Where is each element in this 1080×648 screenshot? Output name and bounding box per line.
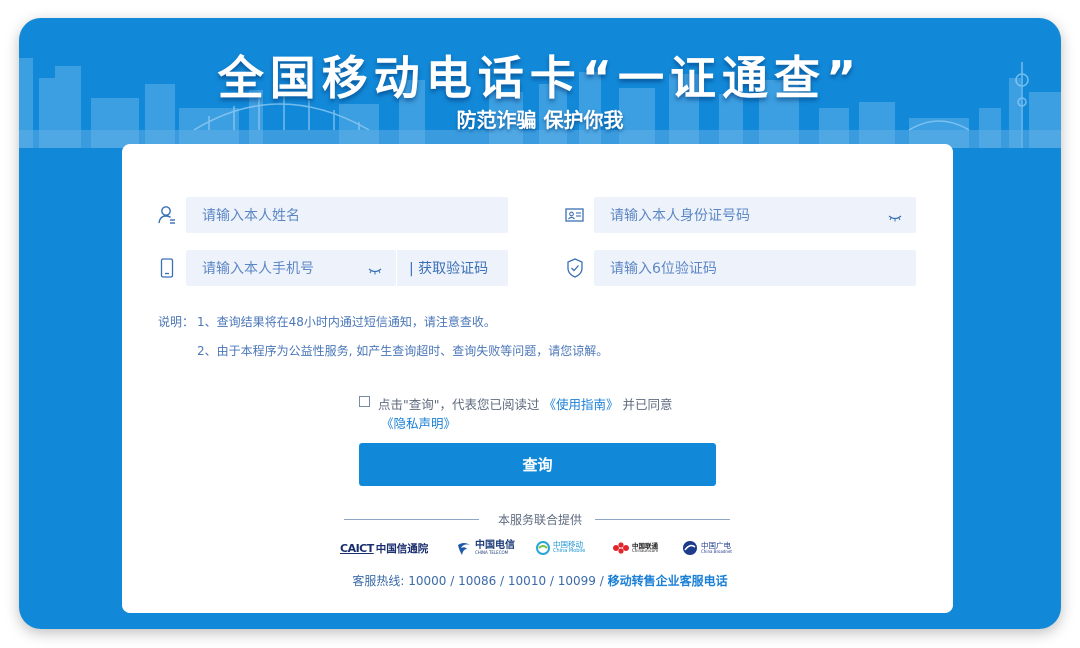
notes-prefix: 说明： bbox=[158, 315, 195, 329]
phone-icon bbox=[156, 257, 178, 279]
get-code-button[interactable]: | 获取验证码 bbox=[397, 250, 508, 286]
telecom-logo-en: CHINA TELECOM bbox=[475, 550, 509, 555]
broadnet-logo-en: China Broadnet bbox=[701, 548, 732, 554]
notes-line-1: 1、查询结果将在48小时内通过短信通知，请注意查收。 bbox=[197, 315, 496, 329]
eye-closed-icon[interactable] bbox=[368, 263, 382, 279]
china-mobile-logo: 中国移动 China Mobile bbox=[536, 539, 585, 557]
hero-title: 全国移动电话卡“一证通查” bbox=[217, 51, 863, 105]
agreement-text: 点击"查询"，代表您已阅读过 《使用指南》 并已同意 bbox=[378, 394, 673, 413]
china-unicom-logo: 中国联通 Chinaunicom bbox=[612, 539, 658, 557]
privacy-line: 《隐私声明》 bbox=[381, 413, 456, 432]
eye-closed-icon[interactable] bbox=[888, 210, 902, 226]
mobile-swirl-icon bbox=[536, 541, 550, 555]
notes-line-2: 2、由于本程序为公益性服务, 如产生查询超时、查询失败等问题，请您谅解。 bbox=[197, 344, 609, 358]
phone-input-placeholder: 请输入本人手机号 bbox=[202, 261, 314, 277]
hero-subtitle: 防范诈骗 保护你我 bbox=[456, 108, 624, 132]
id-card-icon bbox=[564, 204, 586, 226]
verification-code-placeholder: 请输入6位验证码 bbox=[610, 261, 717, 277]
id-number-input[interactable]: 请输入本人身份证号码 bbox=[594, 197, 916, 233]
mobile-logo-en: China Mobile bbox=[553, 548, 586, 555]
agreement-statement: 点击"查询"，代表您已阅读过 bbox=[378, 397, 540, 412]
unicom-knot-icon bbox=[613, 542, 629, 554]
partners-label: 本服务联合提供 bbox=[497, 513, 582, 527]
telecom-swirl-icon bbox=[458, 543, 470, 555]
unicom-logo-en: Chinaunicom bbox=[632, 548, 659, 554]
caict-logo: CAICT 中国信通院 bbox=[340, 539, 428, 557]
caict-logo-abbr: CAICT bbox=[340, 541, 374, 555]
name-input[interactable]: 请输入本人姓名 bbox=[186, 197, 508, 233]
user-icon bbox=[156, 204, 178, 226]
customer-hotline: 客服热线: 10000 / 10086 / 10010 / 10099 / 移动… bbox=[0, 572, 1080, 589]
verification-code-input[interactable]: 请输入6位验证码 bbox=[594, 250, 916, 286]
agreement-suffix: 并已同意 bbox=[622, 397, 673, 412]
privacy-statement-link[interactable]: 《隐私声明》 bbox=[381, 416, 456, 431]
broadnet-circle-icon bbox=[683, 541, 697, 555]
agreement-checkbox[interactable] bbox=[359, 396, 370, 407]
mvno-hotline-link[interactable]: 移动转售企业客服电话 bbox=[608, 574, 728, 588]
query-submit-button[interactable]: 查询 bbox=[359, 443, 716, 486]
id-number-input-placeholder: 请输入本人身份证号码 bbox=[610, 208, 750, 224]
phone-input[interactable]: 请输入本人手机号 bbox=[186, 250, 396, 286]
china-broadnet-logo: 中国广电 China Broadnet bbox=[682, 539, 732, 557]
name-input-placeholder: 请输入本人姓名 bbox=[202, 208, 300, 224]
china-telecom-logo: 中国电信 CHINA TELECOM bbox=[456, 539, 515, 557]
shield-check-icon bbox=[564, 257, 586, 279]
caict-logo-name: 中国信通院 bbox=[375, 542, 429, 555]
hotline-numbers: 客服热线: 10000 / 10086 / 10010 / 10099 / bbox=[352, 574, 604, 588]
usage-guide-link[interactable]: 《使用指南》 bbox=[543, 397, 618, 412]
